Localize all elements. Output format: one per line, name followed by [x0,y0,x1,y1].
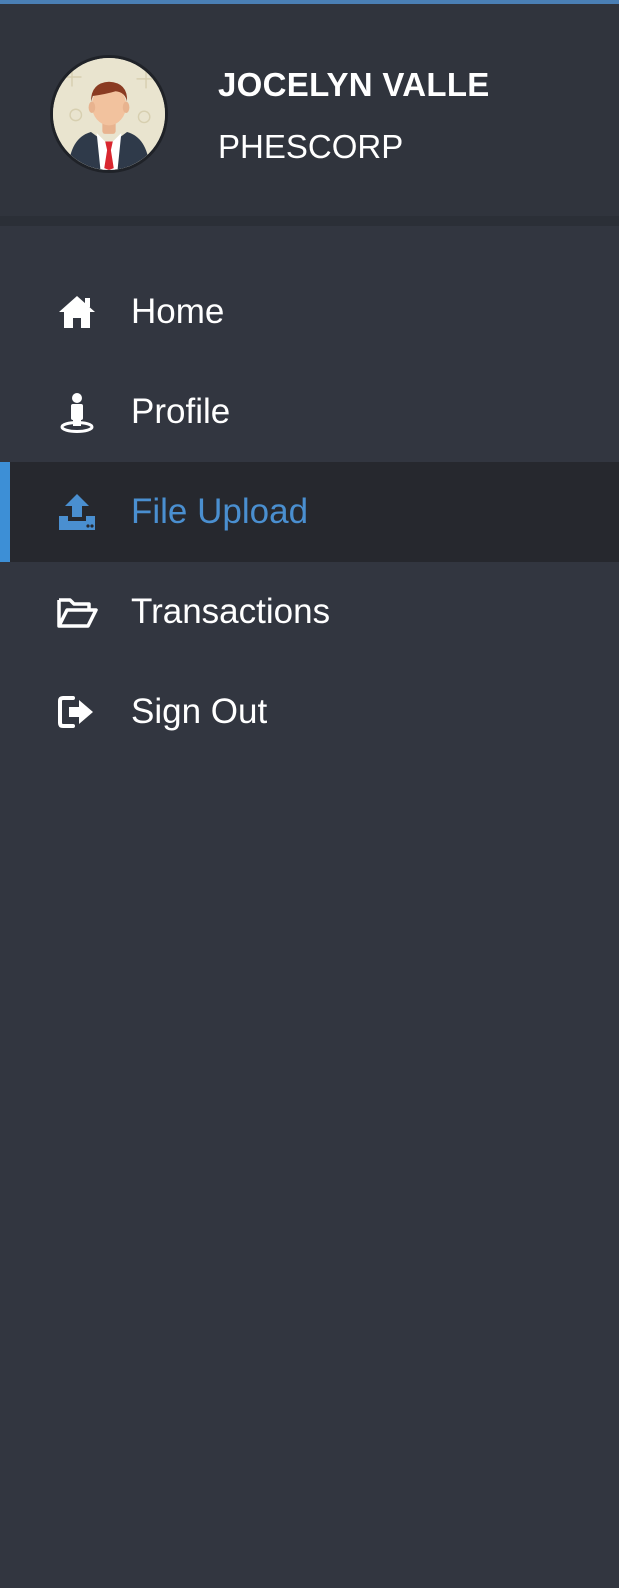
sidebar-item-transactions[interactable]: Transactions [0,562,619,662]
sidebar-item-label: Home [131,292,225,331]
sidebar-item-label: Profile [131,392,231,431]
user-name: JOCELYN VALLE [218,66,490,103]
sidebar-item-label: Sign Out [131,692,268,731]
businessman-avatar-icon [53,58,165,170]
sidebar-item-sign-out[interactable]: Sign Out [0,662,619,762]
sidebar-item-home[interactable]: Home [0,262,619,362]
home-icon [52,287,102,337]
sidebar-item-profile[interactable]: Profile [0,362,619,462]
sidebar-item-label: File Upload [131,492,309,531]
avatar[interactable] [50,55,168,173]
user-icon [52,387,102,437]
sidebar: JOCELYN VALLE PHESCORP Home Profile File… [0,0,619,1588]
user-panel: JOCELYN VALLE PHESCORP [0,4,619,216]
sidebar-menu: Home Profile File Upload Transactions Si… [0,262,619,762]
upload-icon [52,487,102,537]
sidebar-item-file-upload[interactable]: File Upload [0,462,619,562]
sidebar-item-label: Transactions [131,592,331,631]
user-company: PHESCORP [218,128,404,165]
sign-out-icon [52,687,102,737]
user-panel-divider [0,216,619,226]
folder-open-icon [52,587,102,637]
